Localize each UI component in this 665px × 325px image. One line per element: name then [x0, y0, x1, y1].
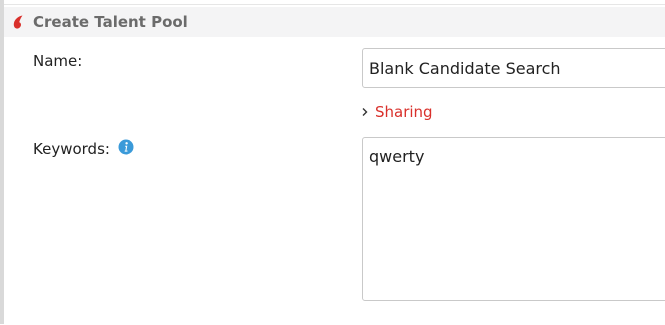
- name-input[interactable]: [362, 48, 665, 88]
- keywords-textarea[interactable]: qwerty: [362, 137, 665, 301]
- sharing-toggle[interactable]: Sharing: [360, 102, 433, 122]
- dialog-title-bar: Create Talent Pool: [4, 7, 665, 37]
- info-icon[interactable]: [118, 139, 134, 155]
- keywords-label: Keywords:: [33, 140, 110, 158]
- name-label: Name:: [33, 52, 83, 70]
- sharing-label: Sharing: [375, 103, 433, 121]
- create-talent-pool-dialog: Create Talent Pool Name: Sharing Keyword…: [4, 4, 665, 325]
- dialog-title: Create Talent Pool: [33, 13, 188, 31]
- chevron-right-icon: [362, 108, 368, 116]
- bullhorn-logo-icon: [13, 15, 23, 29]
